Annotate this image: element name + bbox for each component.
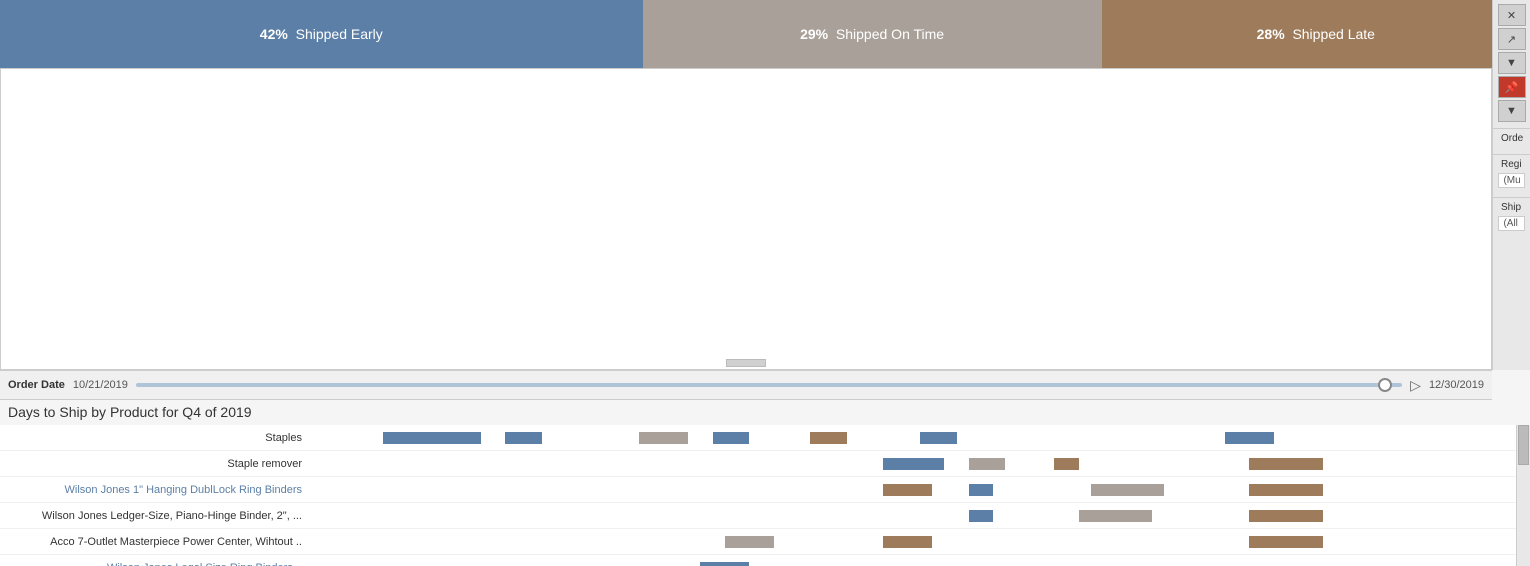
gantt-bar-blue[interactable] [700, 562, 749, 566]
table-row: Wilson Jones 1" Hanging DublLock Ring Bi… [0, 477, 1530, 503]
shipped-ontime-percent: 29% [800, 26, 828, 42]
gantt-bar-brown[interactable] [883, 536, 932, 548]
gantt-bar-brown[interactable] [1249, 484, 1322, 496]
shipped-ontime-text: Shipped On Time [836, 26, 944, 42]
shipped-early-percent: 42% [260, 26, 288, 42]
shipped-ontime-label: 29% Shipped On Time [800, 26, 944, 42]
gantt-row-bars [310, 477, 1530, 502]
gantt-row-label: Staples [0, 432, 310, 444]
gantt-row-bars [310, 425, 1530, 450]
slider-arrow: ▷ [1410, 377, 1421, 394]
order-section: Orde [1493, 128, 1530, 148]
filter-button[interactable]: ▼ [1498, 52, 1526, 74]
scroll-thumb[interactable] [1518, 425, 1529, 465]
gantt-bar-brown[interactable] [810, 432, 847, 444]
gantt-row-bars [310, 529, 1530, 554]
gantt-bar-brown[interactable] [1249, 536, 1322, 548]
shipping-status-bar: 42% Shipped Early 29% Shipped On Time 28… [0, 0, 1530, 68]
date-range-section: Order Date 10/21/2019 ▷ 12/30/2019 [0, 370, 1492, 400]
gantt-bar-gray[interactable] [725, 536, 774, 548]
gantt-row-bars [310, 503, 1530, 528]
pin-button[interactable]: 📌 [1498, 76, 1526, 98]
date-range-label: Order Date [8, 379, 65, 391]
order-label: Orde [1497, 131, 1526, 146]
section-title-bar: Days to Ship by Product for Q4 of 2019 [0, 400, 1492, 424]
table-row: Staple remover [0, 451, 1530, 477]
section-title: Days to Ship by Product for Q4 of 2019 [8, 404, 252, 420]
gantt-row-bars [310, 555, 1530, 566]
gantt-bar-brown[interactable] [1249, 510, 1322, 522]
gantt-bar-blue[interactable] [505, 432, 542, 444]
gantt-bar-gray[interactable] [969, 458, 1006, 470]
shipped-early-bar[interactable]: 42% Shipped Early [0, 0, 643, 68]
region-section: Regi (Mu [1493, 154, 1530, 191]
gantt-bar-blue[interactable] [969, 484, 993, 496]
ship-value[interactable]: (All [1498, 216, 1524, 231]
gantt-bar-brown[interactable] [883, 484, 932, 496]
shipped-late-bar[interactable]: 28% Shipped Late [1102, 0, 1530, 68]
main-chart-area [0, 68, 1492, 370]
gantt-row-label: Staple remover [0, 458, 310, 470]
gantt-bar-brown[interactable] [1054, 458, 1078, 470]
gantt-bar-gray[interactable] [1091, 484, 1164, 496]
gantt-bar-blue[interactable] [969, 510, 993, 522]
shipped-ontime-bar[interactable]: 29% Shipped On Time [643, 0, 1102, 68]
table-row: Wilson Jones Ledger-Size, Piano-Hinge Bi… [0, 503, 1530, 529]
region-label: Regi [1497, 157, 1526, 172]
gantt-bar-brown[interactable] [1249, 458, 1322, 470]
gantt-bar-gray[interactable] [639, 432, 688, 444]
shipped-late-label: 28% Shipped Late [1257, 26, 1375, 42]
region-value[interactable]: (Mu [1498, 173, 1524, 188]
date-start: 10/21/2019 [73, 379, 128, 391]
shipped-early-text: Shipped Early [296, 26, 383, 42]
gantt-bar-blue[interactable] [920, 432, 957, 444]
table-row: Acco 7-Outlet Masterpiece Power Center, … [0, 529, 1530, 555]
table-row: Staples [0, 425, 1530, 451]
gantt-scrollbar[interactable] [1516, 425, 1530, 566]
gantt-row-label: Acco 7-Outlet Masterpiece Power Center, … [0, 536, 310, 548]
gantt-bar-gray[interactable] [1079, 510, 1152, 522]
gantt-chart-area: Staples Staple remover Wilson Jones 1" Han… [0, 425, 1530, 566]
gantt-bar-blue[interactable] [1225, 432, 1274, 444]
shipped-early-label: 42% Shipped Early [260, 26, 383, 42]
shipped-late-text: Shipped Late [1292, 26, 1375, 42]
gantt-bar-blue[interactable] [383, 432, 481, 444]
close-button[interactable]: ✕ [1498, 4, 1526, 26]
gantt-row-bars [310, 451, 1530, 476]
shipped-late-percent: 28% [1257, 26, 1285, 42]
gantt-row-label: Wilson Jones Legal Size Ring Binders... [0, 562, 310, 566]
ship-label: Ship [1497, 200, 1526, 215]
gantt-bar-blue[interactable] [883, 458, 944, 470]
sidebar-controls: ✕ ↗ ▼ 📌 ▼ Orde Regi (Mu Ship (All [1492, 0, 1530, 370]
expand-button[interactable]: ▼ [1498, 100, 1526, 122]
gantt-row-label: Wilson Jones Ledger-Size, Piano-Hinge Bi… [0, 510, 310, 522]
export-button[interactable]: ↗ [1498, 28, 1526, 50]
date-slider-track[interactable] [136, 383, 1402, 387]
ship-section: Ship (All [1493, 197, 1530, 234]
table-row: Wilson Jones Legal Size Ring Binders... [0, 555, 1530, 566]
date-slider-handle[interactable] [1378, 378, 1392, 392]
gantt-bar-blue[interactable] [713, 432, 750, 444]
scroll-indicator[interactable] [726, 359, 766, 367]
gantt-row-label: Wilson Jones 1" Hanging DublLock Ring Bi… [0, 484, 310, 496]
date-end: 12/30/2019 [1429, 379, 1484, 391]
